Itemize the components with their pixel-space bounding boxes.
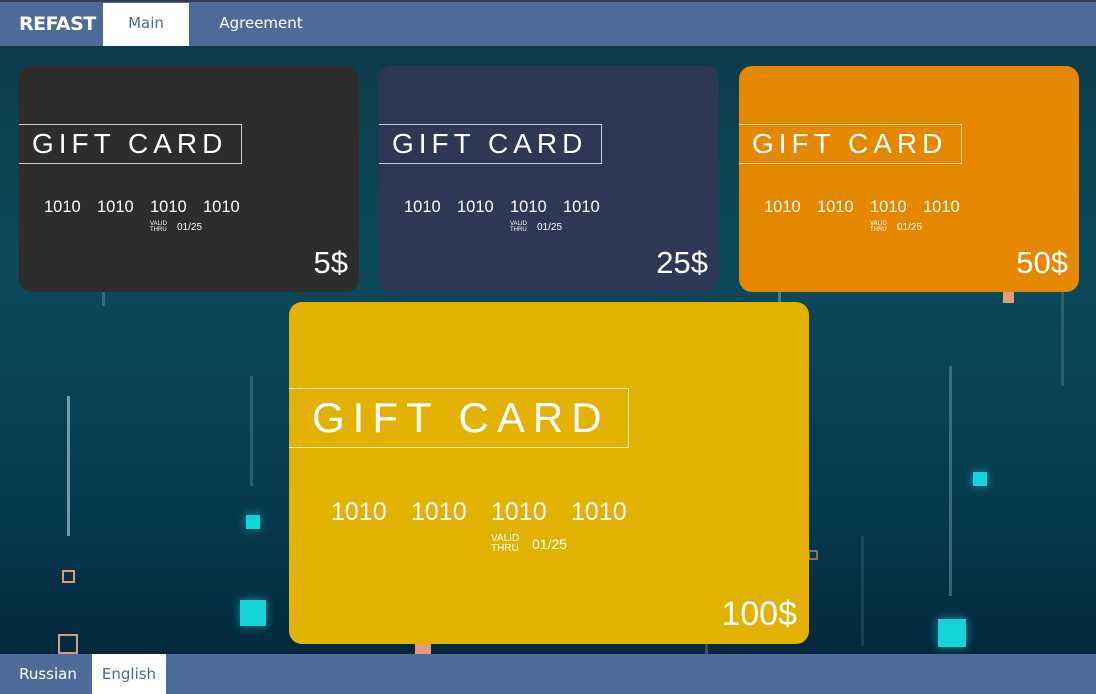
card-number-group: 1010 — [510, 198, 547, 216]
language-english[interactable]: English — [92, 654, 166, 694]
card-number-group: 1010 — [44, 198, 81, 216]
thru-label: THRU — [870, 227, 887, 233]
expiry-date: 01/25 — [177, 222, 203, 233]
card-number-group: 1010 — [411, 498, 467, 526]
background-streak — [1061, 286, 1064, 386]
language-russian[interactable]: Russian — [12, 654, 84, 694]
card-number-group: 1010 — [923, 198, 960, 216]
gift-card-50[interactable]: GIFT CARD 1010 1010 1010 1010 VALID THRU… — [739, 66, 1079, 292]
language-bar: Russian English — [0, 654, 1096, 694]
background-streak — [67, 396, 70, 536]
card-number-group: 1010 — [571, 498, 627, 526]
decor-square — [62, 570, 75, 583]
card-price: 100$ — [721, 595, 797, 633]
card-price: 25$ — [656, 245, 708, 280]
decor-square — [808, 550, 818, 560]
card-number-group: 1010 — [870, 198, 907, 216]
valid-thru-label: VALID THRU — [491, 534, 519, 554]
top-nav-bar: REFAST Main Agreement — [0, 0, 1096, 46]
valid-thru-label: VALID THRU — [870, 221, 887, 233]
decor-square — [58, 634, 78, 654]
card-number-group: 1010 — [404, 198, 441, 216]
gift-card-title: GIFT CARD — [379, 124, 602, 164]
card-number-group: 1010 — [150, 198, 187, 216]
decor-square — [415, 644, 431, 654]
tab-agreement[interactable]: Agreement — [205, 3, 317, 46]
background-streak — [949, 366, 952, 596]
card-price: 5$ — [313, 245, 348, 280]
card-number-group: 1010 — [97, 198, 134, 216]
decor-square — [246, 515, 260, 529]
gift-card-title: GIFT CARD — [289, 388, 629, 448]
card-number-group: 1010 — [764, 198, 801, 216]
expiry-date: 01/25 — [537, 222, 563, 233]
decor-square — [938, 619, 966, 647]
expiry-date: 01/25 — [897, 222, 923, 233]
decor-square — [240, 600, 266, 626]
card-price: 50$ — [1016, 245, 1068, 280]
thru-label: THRU — [510, 227, 527, 233]
gift-card-100[interactable]: GIFT CARD 1010 1010 1010 1010 VALID THRU… — [289, 302, 809, 644]
thru-label: THRU — [150, 227, 167, 233]
card-number-group: 1010 — [491, 498, 547, 526]
background-streak — [250, 376, 253, 486]
decor-square — [973, 472, 987, 486]
background-streak — [705, 644, 708, 654]
valid-thru-label: VALID THRU — [150, 221, 167, 233]
card-number-group: 1010 — [563, 198, 600, 216]
card-number-group: 1010 — [203, 198, 240, 216]
gift-card-title: GIFT CARD — [19, 124, 242, 164]
background-streak — [861, 536, 864, 646]
thru-label: THRU — [491, 543, 519, 554]
brand-logo[interactable]: REFAST — [19, 13, 96, 35]
decor-square — [1003, 292, 1014, 303]
valid-thru-label: VALID THRU — [510, 221, 527, 233]
card-number-group: 1010 — [457, 198, 494, 216]
background-stage: GIFT CARD 1010 1010 1010 1010 VALID THRU… — [0, 46, 1096, 654]
card-number-group: 1010 — [817, 198, 854, 216]
gift-card-title: GIFT CARD — [739, 124, 962, 164]
gift-card-25[interactable]: GIFT CARD 1010 1010 1010 1010 VALID THRU… — [379, 66, 719, 292]
tab-main[interactable]: Main — [103, 3, 189, 46]
expiry-date: 01/25 — [532, 536, 568, 552]
gift-card-5[interactable]: GIFT CARD 1010 1010 1010 1010 VALID THRU… — [19, 66, 359, 292]
card-number-group: 1010 — [331, 498, 387, 526]
